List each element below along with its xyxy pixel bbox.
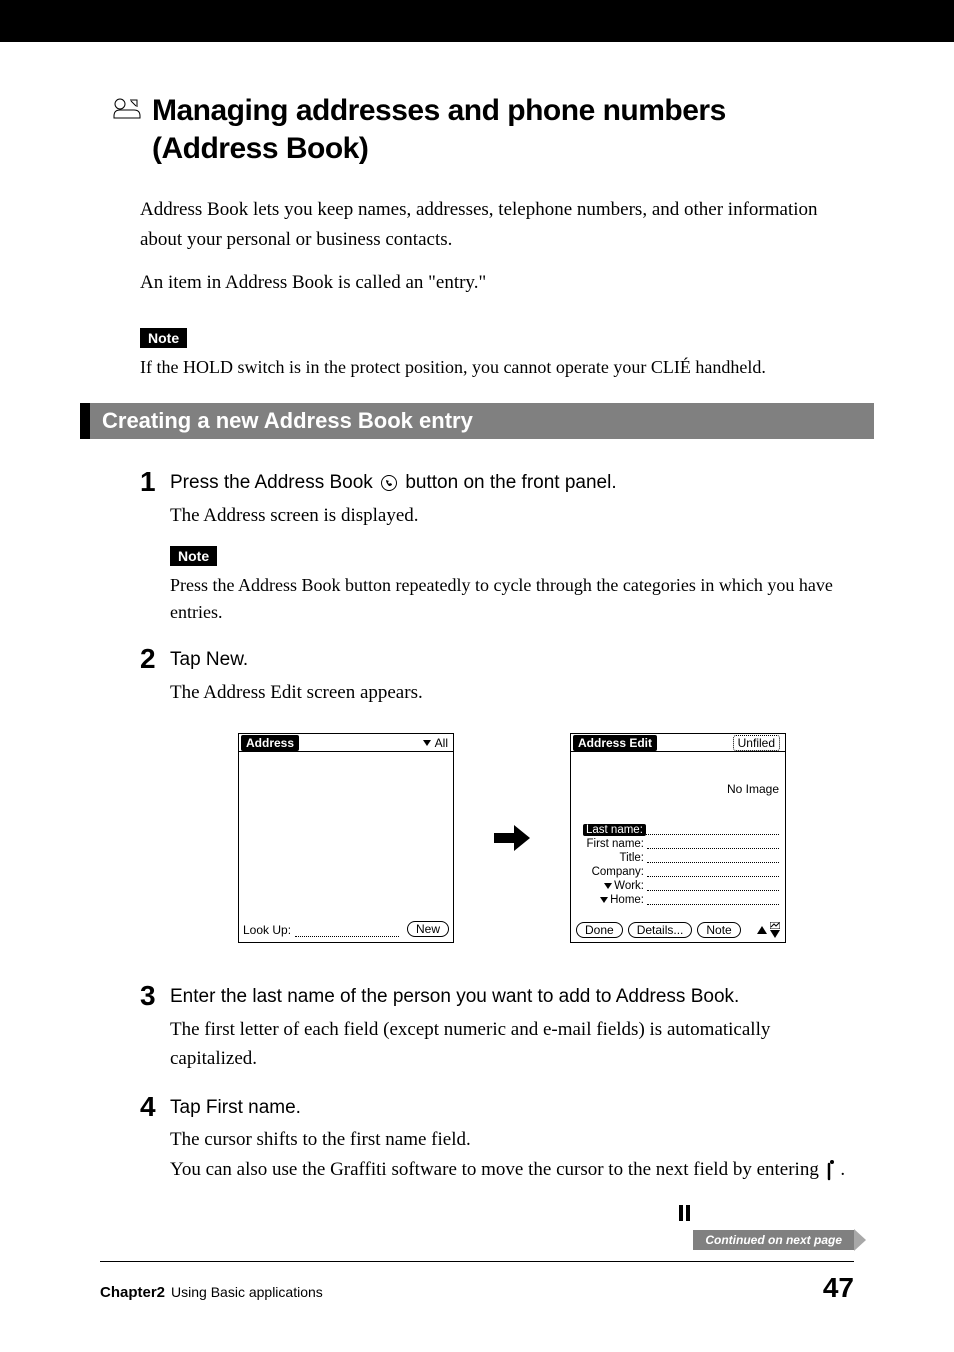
lookup-label: Look Up: bbox=[243, 923, 291, 937]
step-1-note-label: Note bbox=[170, 546, 217, 566]
lastname-input[interactable] bbox=[646, 825, 779, 835]
page-content: Managing addresses and phone numbers (Ad… bbox=[0, 42, 954, 1242]
new-button[interactable]: New bbox=[407, 921, 449, 937]
field-company: Company: bbox=[577, 866, 779, 878]
address-screen-title: Address bbox=[241, 735, 299, 751]
step-2-desc: The Address Edit screen appears. bbox=[170, 678, 854, 707]
details-button[interactable]: Details... bbox=[628, 922, 693, 938]
work-input[interactable] bbox=[647, 881, 779, 891]
step-4-desc2-pre: You can also use the Graffiti software t… bbox=[170, 1159, 824, 1180]
step-4: 4 Tap First name. The cursor shifts to t… bbox=[140, 1094, 854, 1184]
graffiti-next-field-icon bbox=[824, 1159, 841, 1180]
step-num-1: 1 bbox=[140, 468, 170, 626]
note-label: Note bbox=[140, 328, 187, 348]
company-label[interactable]: Company: bbox=[577, 866, 647, 878]
step-1-desc: The Address screen is displayed. bbox=[170, 501, 854, 530]
footer-chapter: Chapter2 bbox=[100, 1284, 165, 1301]
address-book-title-icon bbox=[112, 94, 142, 120]
title-input[interactable] bbox=[647, 853, 779, 863]
address-edit-screen: Address Edit Unfiled No Image Last name: bbox=[570, 733, 786, 943]
continued-label: Continued on next page bbox=[693, 1230, 854, 1250]
picture-icon[interactable] bbox=[770, 922, 780, 929]
lastname-label[interactable]: Last name: bbox=[583, 824, 646, 836]
continued-arrow-icon bbox=[854, 1229, 866, 1251]
note-button[interactable]: Note bbox=[697, 922, 740, 938]
step-2-title: Tap New. bbox=[170, 646, 854, 674]
step-1-title-post: button on the front panel. bbox=[405, 472, 616, 493]
title-label[interactable]: Title: bbox=[577, 852, 647, 864]
continued-text: Continued on next page bbox=[705, 1233, 842, 1247]
section-heading: Creating a new Address Book entry bbox=[80, 403, 874, 439]
firstname-input[interactable] bbox=[647, 839, 779, 849]
field-home: Home: bbox=[577, 894, 779, 906]
field-firstname: First name: bbox=[577, 838, 779, 850]
step-4-desc2: You can also use the Graffiti software t… bbox=[170, 1155, 854, 1184]
field-title: Title: bbox=[577, 852, 779, 864]
field-lastname: Last name: bbox=[577, 824, 779, 836]
footer-page-number: 47 bbox=[823, 1272, 854, 1304]
step-1-note-text: Press the Address Book button repeatedly… bbox=[170, 572, 854, 626]
step-num-3: 3 bbox=[140, 982, 170, 1073]
intro-p1: Address Book lets you keep names, addres… bbox=[140, 195, 854, 256]
edit-category[interactable]: Unfiled bbox=[733, 735, 780, 751]
home-dropdown-icon[interactable] bbox=[600, 897, 608, 903]
step-num-4: 4 bbox=[140, 1093, 170, 1184]
continued-bar2 bbox=[686, 1205, 690, 1221]
title-text: Managing addresses and phone numbers (Ad… bbox=[152, 94, 726, 165]
address-edit-header: Address Edit Unfiled bbox=[571, 734, 785, 752]
done-button[interactable]: Done bbox=[576, 922, 623, 938]
step-4-desc2-post: . bbox=[840, 1159, 845, 1180]
step-4-title: Tap First name. bbox=[170, 1094, 854, 1122]
arrow-right-icon bbox=[494, 825, 530, 851]
lookup-input[interactable] bbox=[295, 927, 399, 937]
address-screen: Address All Look Up: New bbox=[238, 733, 454, 943]
step-3-title: Enter the last name of the person you wa… bbox=[170, 983, 854, 1011]
lookup-row: Look Up: New bbox=[243, 921, 449, 937]
address-category[interactable]: All bbox=[435, 736, 448, 750]
step-3: 3 Enter the last name of the person you … bbox=[140, 983, 854, 1073]
page-title: Managing addresses and phone numbers (Ad… bbox=[100, 92, 854, 167]
page-footer: Chapter2 Using Basic applications 47 bbox=[100, 1261, 854, 1304]
step-num-2: 2 bbox=[140, 645, 170, 963]
scroll-up-icon[interactable] bbox=[757, 926, 767, 934]
step-1-title-pre: Press the Address Book bbox=[170, 472, 378, 493]
category-dropdown-icon[interactable] bbox=[423, 740, 431, 746]
work-dropdown-icon[interactable] bbox=[604, 883, 612, 889]
field-work: Work: bbox=[577, 880, 779, 892]
company-input[interactable] bbox=[647, 867, 779, 877]
step-3-desc: The first letter of each field (except n… bbox=[170, 1015, 854, 1074]
step-1: 1 Press the Address Book button on the f… bbox=[140, 469, 854, 626]
intro-p2: An item in Address Book is called an "en… bbox=[140, 268, 854, 298]
scroll-down-icon[interactable] bbox=[770, 930, 780, 938]
address-book-hard-button-icon bbox=[381, 475, 397, 491]
screens-illustration: Address All Look Up: New bbox=[170, 733, 854, 943]
footer-chapter-title: Using Basic applications bbox=[171, 1284, 323, 1300]
home-label[interactable]: Home: bbox=[577, 894, 647, 906]
home-input[interactable] bbox=[647, 895, 779, 905]
continued-bar1 bbox=[679, 1205, 683, 1221]
address-edit-title: Address Edit bbox=[573, 735, 657, 751]
step-4-desc1: The cursor shifts to the first name fiel… bbox=[170, 1125, 854, 1154]
work-label[interactable]: Work: bbox=[577, 880, 647, 892]
continued-wrap: Continued on next page bbox=[100, 1204, 854, 1222]
noimage-label: No Image bbox=[727, 782, 779, 796]
firstname-label[interactable]: First name: bbox=[577, 838, 647, 850]
step-2: 2 Tap New. The Address Edit screen appea… bbox=[140, 646, 854, 963]
note-text: If the HOLD switch is in the protect pos… bbox=[140, 354, 854, 381]
address-screen-header: Address All bbox=[239, 734, 453, 752]
top-header-bar bbox=[0, 0, 954, 42]
step-1-title: Press the Address Book button on the fro… bbox=[170, 469, 854, 497]
